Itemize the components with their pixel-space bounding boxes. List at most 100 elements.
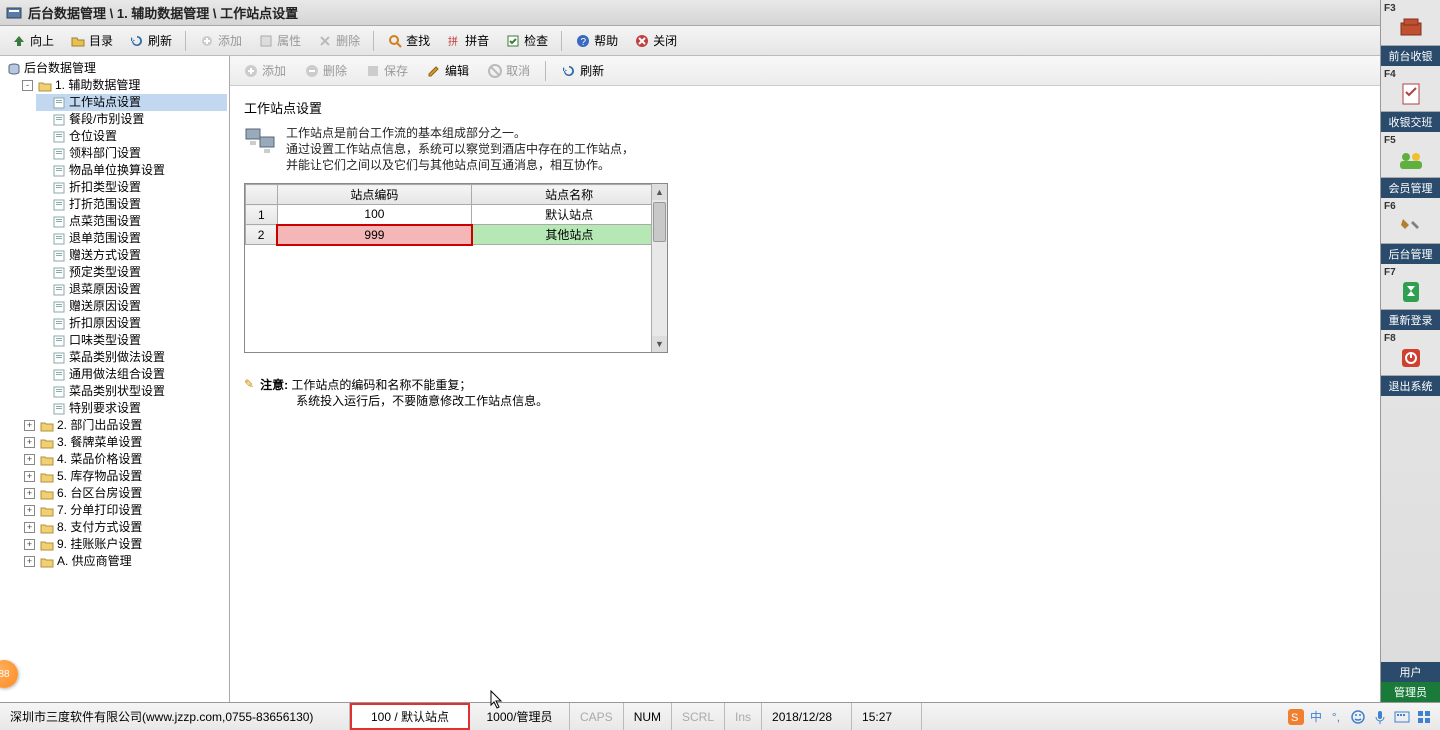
tree-aux[interactable]: - 1. 辅助数据管理 — [20, 77, 227, 94]
cn-indicator[interactable]: 中 — [1310, 708, 1322, 725]
tree-folder[interactable]: + 8. 支付方式设置 — [22, 519, 227, 536]
right-sidebar: F3 前台收银 F4 收银交班 F5 会员管理 F6 后台管理 F7 重新登录 … — [1380, 0, 1440, 702]
x-icon — [317, 33, 333, 49]
doc-icon — [51, 215, 67, 229]
cancel-icon — [487, 63, 503, 79]
cell-name[interactable]: 其他站点 — [472, 225, 667, 245]
expand-icon[interactable]: + — [24, 505, 35, 516]
search-button[interactable]: 查找 — [380, 28, 437, 53]
date-cell: 2018/12/28 — [762, 703, 852, 730]
exit-button[interactable]: F8 — [1381, 330, 1440, 376]
tree-item[interactable]: 领料部门设置 — [36, 145, 227, 162]
col-code[interactable]: 站点编码 — [277, 185, 472, 205]
data-grid[interactable]: 站点编码 站点名称 1 100 默认站点 2 999 其他站点 ▲ ▼ — [244, 183, 668, 353]
mic-icon[interactable] — [1372, 709, 1388, 725]
tree-item[interactable]: 预定类型设置 — [36, 264, 227, 281]
doc-icon — [51, 402, 67, 416]
prop-icon — [258, 33, 274, 49]
grid-icon[interactable] — [1416, 709, 1432, 725]
title-bar: 后台数据管理 \ 1. 辅助数据管理 \ 工作站点设置 — [0, 0, 1440, 26]
refresh-button[interactable]: 刷新 — [122, 28, 179, 53]
tree-folder[interactable]: + 7. 分单打印设置 — [22, 502, 227, 519]
status-bar: 深圳市三度软件有限公司(www.jzzp.com,0755-83656130) … — [0, 702, 1440, 730]
emoji-icon[interactable] — [1350, 709, 1366, 725]
tree-folder[interactable]: + A. 供应商管理 — [22, 553, 227, 570]
c-edit-button[interactable]: 编辑 — [419, 58, 476, 83]
tree-item[interactable]: 菜品类别状型设置 — [36, 383, 227, 400]
ime-icon[interactable]: S — [1288, 709, 1304, 725]
shift-button[interactable]: F4 — [1381, 66, 1440, 112]
tree-item[interactable]: 点菜范围设置 — [36, 213, 227, 230]
c-refresh-button[interactable]: 刷新 — [554, 58, 611, 83]
scrl-cell: SCRL — [672, 703, 725, 730]
tree-item[interactable]: 餐段/市别设置 — [36, 111, 227, 128]
col-name[interactable]: 站点名称 — [472, 185, 667, 205]
close-button[interactable]: 关闭 — [627, 28, 684, 53]
row-header[interactable]: 1 — [246, 205, 278, 225]
clipboard-icon — [1397, 81, 1425, 107]
tree-item[interactable]: 仓位设置 — [36, 128, 227, 145]
tree-item[interactable]: 退单范围设置 — [36, 230, 227, 247]
expand-icon[interactable]: + — [24, 471, 35, 482]
tree-item[interactable]: 打折范围设置 — [36, 196, 227, 213]
tree-item[interactable]: 折扣原因设置 — [36, 315, 227, 332]
tree-folder[interactable]: + 9. 挂账账户设置 — [22, 536, 227, 553]
tree-folder[interactable]: + 2. 部门出品设置 — [22, 417, 227, 434]
doc-icon — [51, 368, 67, 382]
tree-folder[interactable]: + 5. 库存物品设置 — [22, 468, 227, 485]
c-save-button: 保存 — [358, 58, 415, 83]
help-button[interactable]: ?帮助 — [568, 28, 625, 53]
doc-icon — [51, 147, 67, 161]
tree-root[interactable]: 后台数据管理 — [4, 60, 227, 77]
keyboard-icon[interactable] — [1394, 709, 1410, 725]
tree-item[interactable]: 菜品类别做法设置 — [36, 349, 227, 366]
scroll-up-icon[interactable]: ▲ — [652, 184, 667, 200]
svg-text:拼: 拼 — [448, 35, 458, 48]
expand-icon[interactable]: + — [24, 420, 35, 431]
cell-code[interactable]: 100 — [277, 205, 472, 225]
pinyin-button[interactable]: 拼拼音 — [439, 28, 496, 53]
tree-item[interactable]: 赠送方式设置 — [36, 247, 227, 264]
up-button[interactable]: 向上 — [4, 28, 61, 53]
tree-item[interactable]: 口味类型设置 — [36, 332, 227, 349]
row-header[interactable]: 2 — [246, 225, 278, 245]
tree-item[interactable]: 工作站点设置 — [36, 94, 227, 111]
tree-folder[interactable]: + 6. 台区台房设置 — [22, 485, 227, 502]
prop-button: 属性 — [251, 28, 308, 53]
scroll-thumb[interactable] — [653, 202, 666, 242]
tree-item[interactable]: 退菜原因设置 — [36, 281, 227, 298]
punct-icon[interactable]: °, — [1328, 709, 1344, 725]
tree-item[interactable]: 通用做法组合设置 — [36, 366, 227, 383]
tree-item[interactable]: 折扣类型设置 — [36, 179, 227, 196]
expand-icon[interactable]: + — [24, 522, 35, 533]
operator-cell: 1000/管理员 — [470, 703, 570, 730]
cell-name[interactable]: 默认站点 — [472, 205, 667, 225]
time-cell: 15:27 — [852, 703, 922, 730]
grid-scrollbar[interactable]: ▲ ▼ — [651, 184, 667, 352]
check-button[interactable]: 检查 — [498, 28, 555, 53]
front-cashier-button[interactable]: F3 — [1381, 0, 1440, 46]
title-path: 后台数据管理 \ 1. 辅助数据管理 \ 工作站点设置 — [28, 3, 298, 22]
collapse-icon[interactable]: - — [22, 80, 33, 91]
backend-button[interactable]: F6 — [1381, 198, 1440, 244]
members-icon — [1397, 147, 1425, 173]
scroll-down-icon[interactable]: ▼ — [652, 336, 667, 352]
separator — [545, 61, 546, 81]
tree-item[interactable]: 物品单位换算设置 — [36, 162, 227, 179]
expand-icon[interactable]: + — [24, 454, 35, 465]
tree-item[interactable]: 特别要求设置 — [36, 400, 227, 417]
expand-icon[interactable]: + — [24, 437, 35, 448]
member-button[interactable]: F5 — [1381, 132, 1440, 178]
expand-icon[interactable]: + — [24, 488, 35, 499]
expand-icon[interactable]: + — [24, 539, 35, 550]
expand-icon[interactable]: + — [24, 556, 35, 567]
tree-folder[interactable]: + 4. 菜品价格设置 — [22, 451, 227, 468]
tree-pane[interactable]: 后台数据管理 - 1. 辅助数据管理 工作站点设置 — [0, 56, 230, 702]
list-button[interactable]: 目录 — [63, 28, 120, 53]
tree-item[interactable]: 赠送原因设置 — [36, 298, 227, 315]
tree-folder[interactable]: + 3. 餐牌菜单设置 — [22, 434, 227, 451]
doc-icon — [51, 334, 67, 348]
content-toolbar: 添加 删除 保存 编辑 取消 刷新 — [230, 56, 1440, 86]
cell-code[interactable]: 999 — [277, 225, 472, 245]
relogin-button[interactable]: F7 — [1381, 264, 1440, 310]
